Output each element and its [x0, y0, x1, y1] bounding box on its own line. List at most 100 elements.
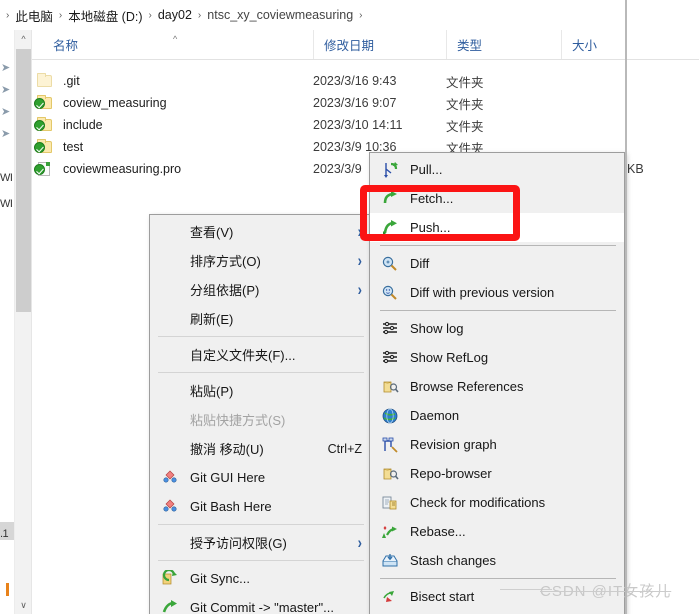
menu-item[interactable]: Check for modifications	[370, 488, 624, 517]
menu-item[interactable]: Daemon	[370, 401, 624, 430]
menu-item-label: 粘贴快捷方式(S)	[190, 413, 286, 428]
file-modified-date: 2023/3/10 14:11	[313, 118, 403, 132]
menu-item[interactable]: 刷新(E)	[150, 304, 370, 333]
pane-divider	[31, 30, 32, 614]
explorer-context-menu[interactable]: 查看(V) › 排序方式(O) › 分组依据(P) › 刷新(E) 自定义文件夹(F)... 粘…	[149, 214, 371, 614]
menu-item-label: Git Bash Here	[190, 499, 272, 514]
git-diamond-icon	[161, 469, 179, 487]
menu-item-label: Git Commit -> "master"...	[190, 600, 334, 614]
menu-item[interactable]: Revision graph	[370, 430, 624, 459]
column-header-3[interactable]: 大小	[561, 30, 648, 59]
rebase-icon	[381, 523, 399, 541]
menu-item-label: Rebase...	[410, 524, 466, 539]
menu-item[interactable]: Git GUI Here	[150, 463, 370, 492]
menu-item[interactable]: Repo-browser	[370, 459, 624, 488]
menu-item[interactable]: 排序方式(O) ›	[150, 246, 370, 275]
menu-separator	[380, 578, 616, 579]
scroll-down-icon[interactable]: ∨	[15, 596, 32, 614]
menu-separator	[158, 524, 364, 525]
file-name: .git	[63, 74, 80, 88]
diff-icon	[381, 255, 399, 273]
breadcrumb-item-day02[interactable]: day02	[158, 8, 192, 22]
menu-item[interactable]: Git Sync...	[150, 564, 370, 593]
menu-item-label: Git Sync...	[190, 571, 250, 586]
vertical-scrollbar[interactable]: ^ ∨	[14, 30, 31, 614]
menu-item[interactable]: Stash changes	[370, 546, 624, 575]
menu-item[interactable]: Pull...	[370, 155, 624, 184]
breadcrumb-item-this-pc[interactable]: 此电脑	[15, 6, 53, 25]
scrollbar-thumb[interactable]	[16, 49, 31, 312]
file-type: 文件夹	[446, 119, 484, 134]
menu-item[interactable]: Diff	[370, 249, 624, 278]
show-log-icon	[381, 320, 399, 338]
menu-item-label: Daemon	[410, 408, 460, 423]
menu-item: 粘贴快捷方式(S)	[150, 405, 370, 434]
file-icon	[34, 161, 54, 177]
scroll-up-icon[interactable]: ^	[15, 30, 32, 48]
file-row[interactable]: .git	[36, 70, 80, 92]
menu-item-label: 授予访问权限(G)	[190, 536, 287, 551]
menu-item-label: Pull...	[410, 162, 443, 177]
menu-item[interactable]: Fetch...	[370, 184, 624, 213]
file-row[interactable]: test	[34, 136, 83, 158]
menu-item[interactable]: 自定义文件夹(F)...	[150, 340, 370, 369]
menu-item[interactable]: 授予访问权限(G) ›	[150, 528, 370, 557]
nav-item-fragment[interactable]: .1	[0, 528, 9, 540]
file-row[interactable]: coview_measuring	[34, 92, 167, 114]
menu-item[interactable]: 分组依据(P) ›	[150, 275, 370, 304]
nav-item-fragment[interactable]: WI	[0, 198, 13, 210]
breadcrumb[interactable]: › 此电脑 › 本地磁盘 (D:) › day02 › ntsc_xy_covi…	[0, 0, 699, 30]
menu-item[interactable]: Show log	[370, 314, 624, 343]
folder-glyph	[37, 73, 52, 87]
column-header-1[interactable]: 修改日期	[313, 30, 433, 59]
breadcrumb-item-local-disk[interactable]: 本地磁盘 (D:)	[68, 6, 142, 25]
file-row[interactable]: coviewmeasuring.pro	[34, 158, 181, 180]
stash-icon	[381, 552, 399, 570]
file-name: coview_measuring	[63, 96, 167, 110]
nav-item-fragment[interactable]: WI	[0, 172, 13, 184]
folder-icon	[36, 73, 54, 89]
menu-item[interactable]: Browse References	[370, 372, 624, 401]
chevron-right-icon: ›	[357, 533, 362, 552]
column-header-2[interactable]: 类型	[446, 30, 551, 59]
menu-item[interactable]: Diff with previous version	[370, 278, 624, 307]
menu-item[interactable]: Git Bash Here	[150, 492, 370, 521]
breadcrumb-item-ntsc[interactable]: ntsc_xy_coviewmeasuring	[207, 8, 353, 22]
pull-icon	[381, 161, 399, 179]
tortoisegit-submenu[interactable]: Pull... Fetch... Push... Diff Diff with prev…	[369, 152, 625, 614]
breadcrumb-separator-4[interactable]: ›	[353, 10, 368, 21]
menu-item-label: Git GUI Here	[190, 470, 266, 485]
menu-item-label: Stash changes	[410, 553, 497, 568]
column-header-label: 名称	[53, 39, 79, 53]
pin-icon: ➤	[1, 62, 11, 74]
file-explorer-window: › 此电脑 › 本地磁盘 (D:) › day02 › ntsc_xy_covi…	[0, 0, 699, 614]
menu-item[interactable]: Show RefLog	[370, 343, 624, 372]
navigation-pane-sliver: ➤ ➤ ➤ ➤ WI WI .1	[0, 30, 14, 614]
menu-item[interactable]: 粘贴(P)	[150, 376, 370, 405]
menu-item-label: Show log	[410, 321, 464, 336]
nav-item-icon-fragment	[6, 583, 9, 596]
menu-separator	[380, 310, 616, 311]
diff-prev-icon	[381, 284, 399, 302]
menu-item[interactable]: Push...	[370, 213, 624, 242]
menu-item-label: Repo-browser	[410, 466, 492, 481]
folder-icon	[34, 95, 54, 111]
menu-separator	[380, 245, 616, 246]
menu-item[interactable]: 查看(V) ›	[150, 217, 370, 246]
menu-item[interactable]: 撤消 移动(U) Ctrl+Z	[150, 434, 370, 463]
git-diamond-icon	[161, 498, 179, 516]
menu-separator	[158, 372, 364, 373]
git-ok-badge-icon	[34, 164, 45, 175]
chevron-right-icon: ›	[357, 222, 362, 241]
pin-icon: ➤	[1, 128, 11, 140]
column-header-0[interactable]: 名称	[43, 30, 323, 59]
menu-item-label: Diff	[410, 256, 430, 271]
pin-icon: ➤	[1, 106, 11, 118]
commit-arrow-icon	[161, 599, 179, 614]
file-row[interactable]: include	[34, 114, 103, 136]
chevron-right-icon: ›	[357, 251, 362, 270]
folder-icon	[34, 117, 54, 133]
bisect-icon	[381, 588, 399, 606]
menu-item[interactable]: Git Commit -> "master"...	[150, 593, 370, 614]
menu-item[interactable]: Rebase...	[370, 517, 624, 546]
